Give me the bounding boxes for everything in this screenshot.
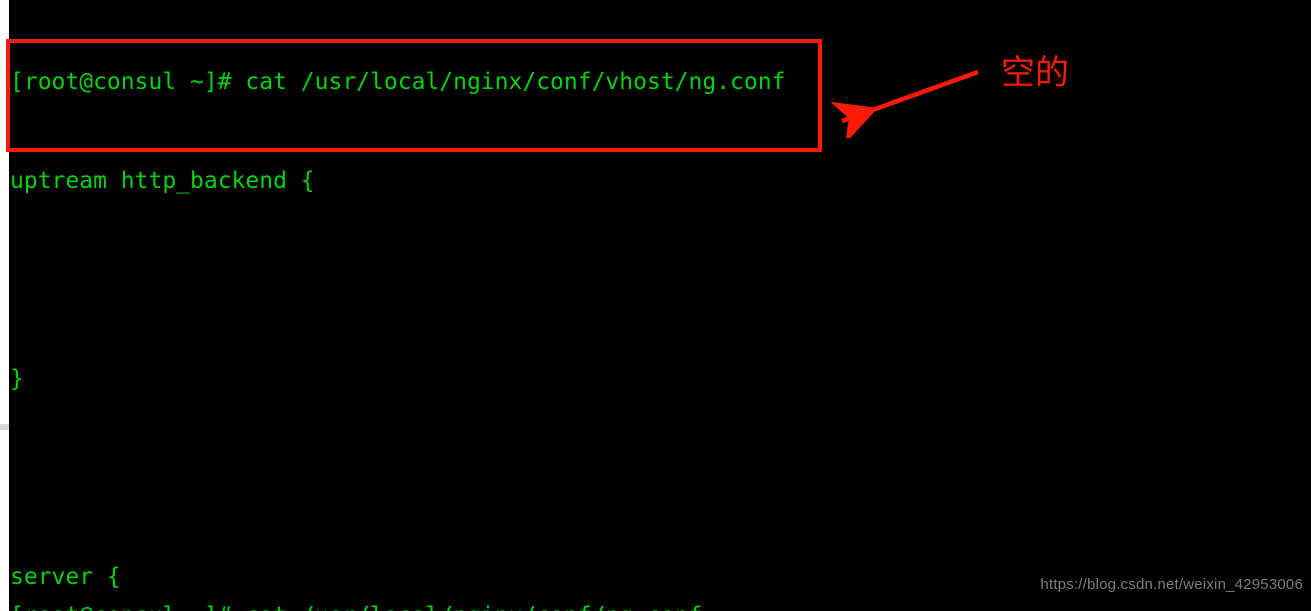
watermark: https://blog.csdn.net/weixin_42953006 <box>1040 576 1303 593</box>
scrollbar-thumb-upper[interactable] <box>0 0 9 424</box>
annotation-label: 空的 <box>1001 53 1069 93</box>
config-line-upstream-close: } <box>10 366 24 392</box>
clipped-next-prompt-line: [root@consul ~]# cat /usr/local/nginx/co… <box>10 600 702 611</box>
scrollbar-thumb-lower[interactable] <box>0 430 9 611</box>
config-line-blank-2 <box>10 462 1311 495</box>
terminal-output: [root@consul ~]# cat /usr/local/nginx/co… <box>10 0 1311 611</box>
config-line-upstream-open: uptream http_backend { <box>10 168 315 194</box>
vertical-scrollbar[interactable] <box>0 0 9 611</box>
terminal-window: [root@consul ~]# cat /usr/local/nginx/co… <box>0 0 1311 611</box>
config-line-blank-1 <box>10 264 1311 297</box>
shell-prompt-line: [root@consul ~]# cat /usr/local/nginx/co… <box>10 69 786 95</box>
